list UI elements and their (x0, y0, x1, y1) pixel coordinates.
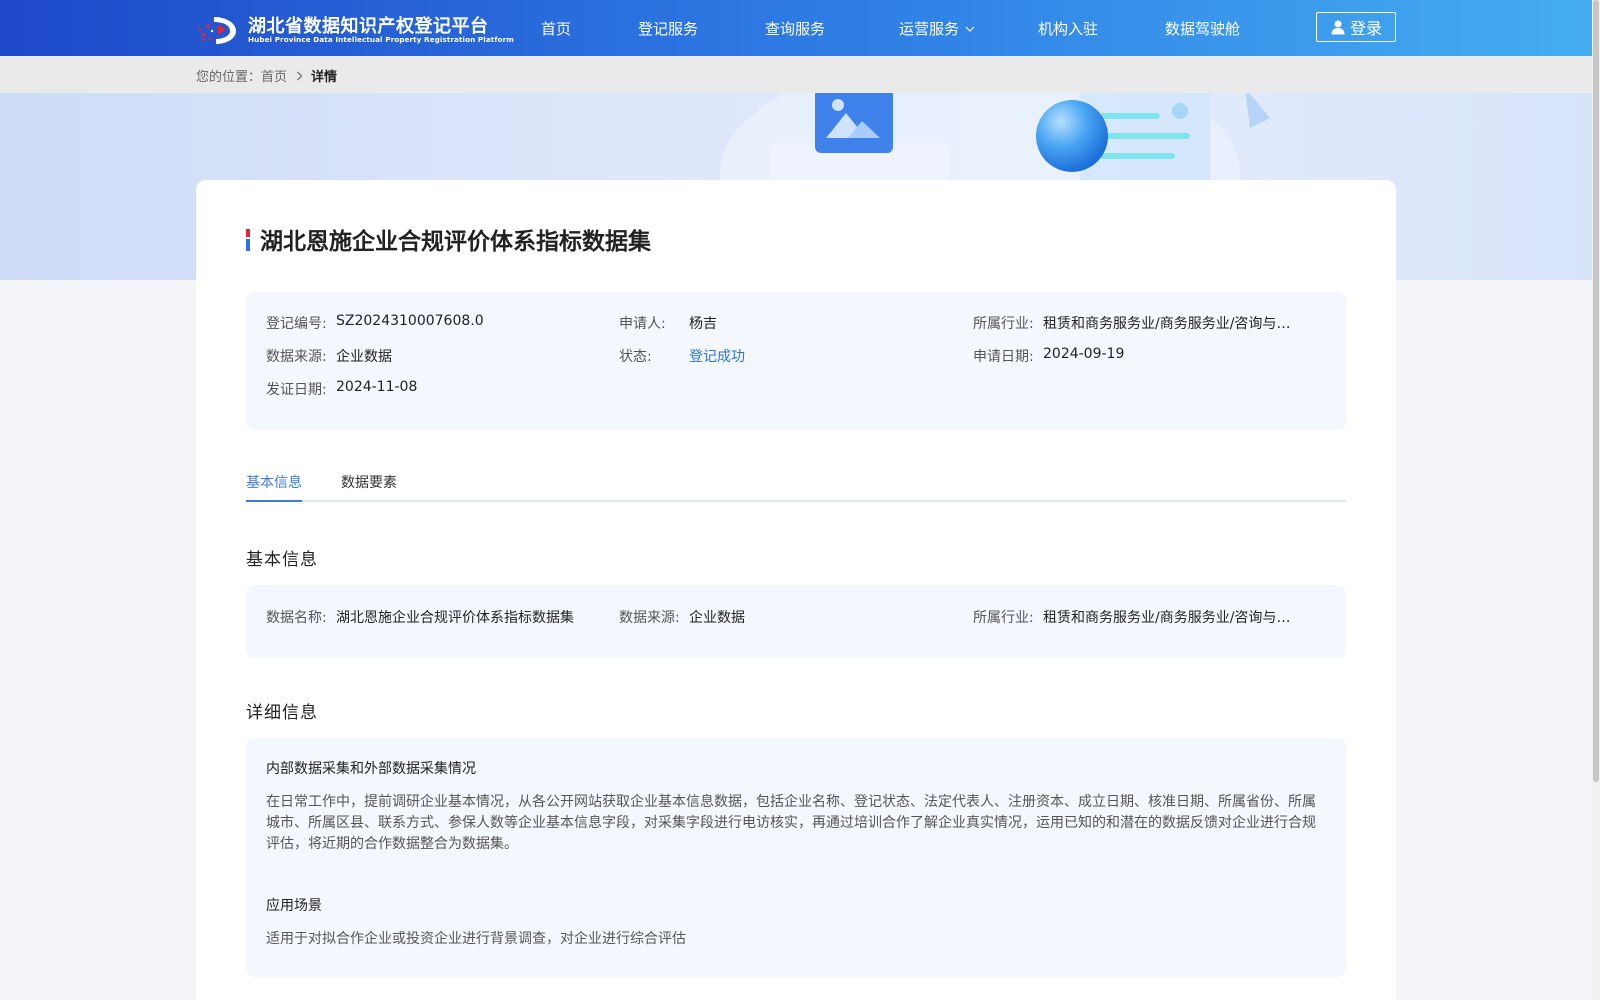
field-value: 租赁和商务服务业/商务服务业/咨询与调查 (1043, 316, 1303, 332)
scrollbar-thumb[interactable] (1593, 0, 1599, 782)
field-value: 企业数据 (336, 349, 392, 365)
collection-text: 在日常工作中，提前调研企业基本情况，从各公开网站获取企业基本信息数据，包括企业名… (266, 794, 1316, 852)
field-data-industry: 所属行业: 租赁和商务服务业/商务服务业/咨询与调查 (973, 607, 1303, 627)
breadcrumb-bar: 您的位置： 首页 详情 (0, 56, 1592, 93)
field-value: 湖北恩施企业合规评价体系指标数据集 (336, 610, 574, 626)
top-header: 湖北省数据知识产权登记平台 Hubei Province Data Intell… (0, 0, 1592, 56)
breadcrumb-current: 详情 (311, 70, 338, 85)
field-status: 状态: 登记成功 (619, 346, 745, 366)
field-label: 数据名称: (266, 610, 327, 626)
nav-item-query[interactable]: 查询服务 (765, 18, 825, 39)
field-label: 登记编号: (266, 316, 327, 332)
login-label: 登录 (1349, 19, 1382, 38)
field-label: 申请日期: (973, 349, 1034, 365)
section-title-detail: 详细信息 (246, 703, 318, 723)
field-label: 发证日期: (266, 382, 327, 398)
nav-item-institutions[interactable]: 机构入驻 (1038, 18, 1098, 39)
login-button[interactable]: 登录 (1316, 12, 1396, 42)
breadcrumb-prefix: 您的位置： (196, 70, 262, 85)
detail-tabs: 基本信息 数据要素 (246, 470, 1346, 502)
nav-item-dashboard[interactable]: 数据驾驶舱 (1165, 18, 1240, 39)
field-value: 2024-09-19 (1043, 346, 1125, 362)
field-industry: 所属行业: 租赁和商务服务业/商务服务业/咨询与调查 (973, 313, 1303, 333)
tab-basic-info[interactable]: 基本信息 (246, 472, 302, 502)
section-title-basic: 基本信息 (246, 550, 318, 570)
page-scrollbar[interactable] (1592, 0, 1600, 1000)
field-label: 所属行业: (973, 316, 1034, 332)
hubei-logo-icon (198, 17, 236, 44)
page-title: 湖北恩施企业合规评价体系指标数据集 (260, 229, 651, 255)
field-label: 状态: (619, 349, 652, 365)
detail-info-panel: 内部数据采集和外部数据采集情况 在日常工作中，提前调研企业基本情况，从各公开网站… (246, 738, 1346, 977)
collection-heading: 内部数据采集和外部数据采集情况 (266, 761, 476, 777)
field-value: 租赁和商务服务业/商务服务业/咨询与调查 (1043, 610, 1303, 626)
title-accent-icon (246, 229, 250, 251)
chevron-down-icon (965, 18, 975, 36)
field-value: 杨吉 (689, 316, 717, 332)
field-reg-no: 登记编号: SZ2024310007608.0 (266, 313, 484, 333)
field-source: 数据来源: 企业数据 (266, 346, 392, 366)
nav-item-operation[interactable]: 运营服务 (899, 18, 975, 39)
detail-card: 湖北恩施企业合规评价体系指标数据集 登记编号: SZ2024310007608.… (196, 180, 1396, 1000)
field-issue-date: 发证日期: 2024-11-08 (266, 379, 417, 399)
platform-logo[interactable]: 湖北省数据知识产权登记平台 Hubei Province Data Intell… (196, 11, 514, 47)
tab-data-elements[interactable]: 数据要素 (341, 472, 397, 502)
field-label: 数据来源: (619, 610, 680, 626)
summary-panel: 登记编号: SZ2024310007608.0 申请人: 杨吉 所属行业: 租赁… (246, 292, 1346, 430)
nav-item-operation-label: 运营服务 (899, 20, 960, 38)
field-apply-date: 申请日期: 2024-09-19 (973, 346, 1124, 366)
logo-subtitle: Hubei Province Data Intellectual Propert… (248, 35, 514, 44)
nav-item-registration[interactable]: 登记服务 (638, 18, 698, 39)
field-applicant: 申请人: 杨吉 (619, 313, 717, 333)
field-label: 申请人: (619, 316, 666, 332)
breadcrumb-home-link[interactable]: 首页 (261, 66, 287, 85)
status-badge: 登记成功 (689, 349, 745, 365)
nav-item-home[interactable]: 首页 (541, 18, 571, 39)
basic-info-panel: 数据名称: 湖北恩施企业合规评价体系指标数据集 数据来源: 企业数据 所属行业:… (246, 585, 1346, 658)
breadcrumb: 您的位置： 首页 详情 (196, 66, 337, 85)
field-value: SZ2024310007608.0 (336, 313, 484, 329)
chevron-right-icon (296, 71, 303, 81)
field-label: 所属行业: (973, 610, 1034, 626)
scenario-heading: 应用场景 (266, 898, 322, 914)
field-data-name: 数据名称: 湖北恩施企业合规评价体系指标数据集 (266, 607, 574, 627)
field-data-source: 数据来源: 企业数据 (619, 607, 745, 627)
field-value: 企业数据 (689, 610, 745, 626)
user-icon (1331, 20, 1345, 35)
scenario-text: 适用于对拟合作企业或投资企业进行背景调查，对企业进行综合评估 (266, 931, 686, 947)
field-label: 数据来源: (266, 349, 327, 365)
field-value: 2024-11-08 (336, 379, 418, 395)
